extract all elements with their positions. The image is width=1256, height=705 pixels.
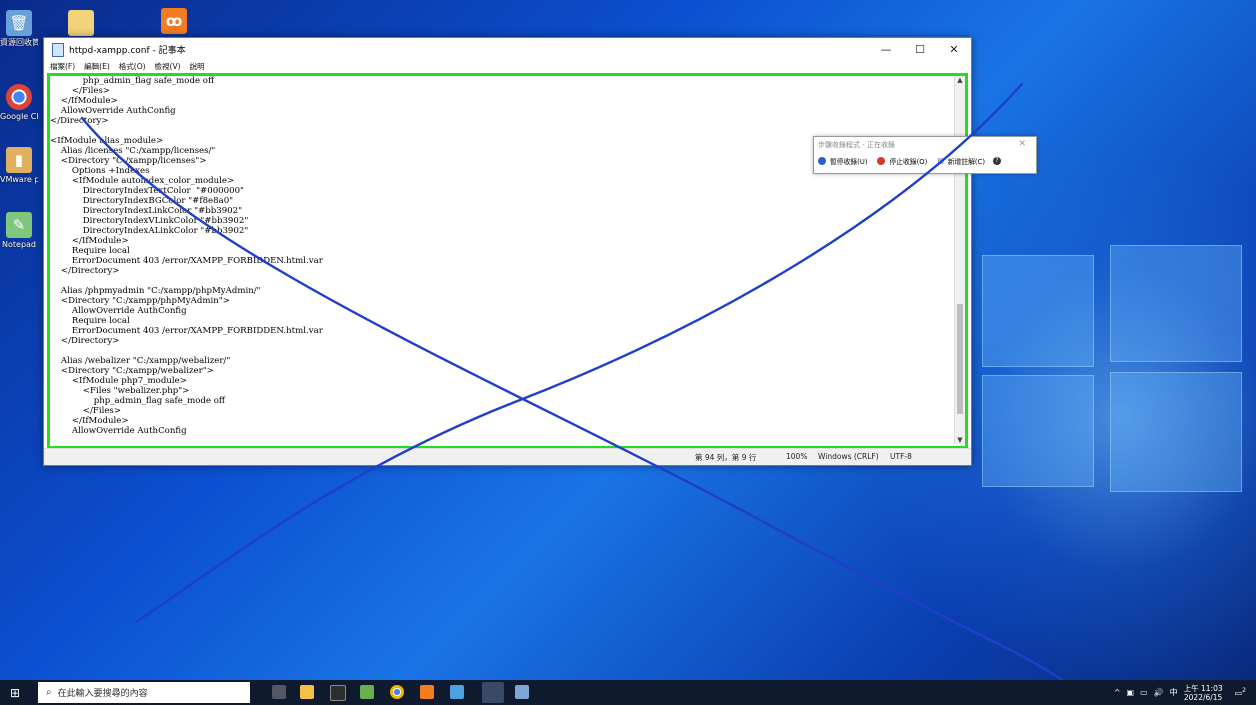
notification-count: 2 [1242,687,1246,695]
app-taskbar-icon[interactable] [450,685,464,699]
system-tray: ^ ▣ ▭ 🔊 中 上午 11:03 2022/6/15 ▭2 [1114,680,1246,705]
xampp-taskbar-icon[interactable] [420,685,434,699]
display-icon[interactable]: ▭ [1140,688,1148,697]
annotation-stroke [80,116,1064,682]
annotation-overlay [80,82,1064,682]
network-icon[interactable]: ▣ [1127,688,1135,697]
clock[interactable]: 上午 11:03 2022/6/15 [1184,684,1223,702]
steps-recorder-taskbar-icon[interactable] [515,685,529,699]
volume-icon[interactable]: 🔊 [1154,688,1164,697]
input-method[interactable]: 中 [1170,687,1178,698]
chrome-taskbar-icon[interactable] [390,685,404,699]
notification-icon[interactable]: ▭2 [1235,687,1246,698]
search-icon: ⌕ [46,687,52,698]
clock-date: 2022/6/15 [1183,692,1223,702]
terminal-icon[interactable] [330,685,346,701]
chevron-up-icon[interactable]: ^ [1114,688,1121,697]
notepad-taskbar-icon[interactable] [360,685,374,699]
file-explorer-icon[interactable] [300,685,314,699]
taskbar: ⊞ ⌕ 在此輸入要搜尋的內容 ^ ▣ ▭ 🔊 中 上午 11:03 2022/6… [0,680,1256,705]
task-view-icon[interactable] [272,685,286,699]
windows-start-icon[interactable]: ⊞ [8,686,22,700]
clock-time: 上午 11:03 [1183,683,1223,693]
taskbar-search-box[interactable]: ⌕ 在此輸入要搜尋的內容 [38,682,250,703]
annotation-stroke [134,82,1024,624]
notepad-active-taskbar-icon[interactable] [482,682,504,703]
search-placeholder: 在此輸入要搜尋的內容 [57,689,148,699]
